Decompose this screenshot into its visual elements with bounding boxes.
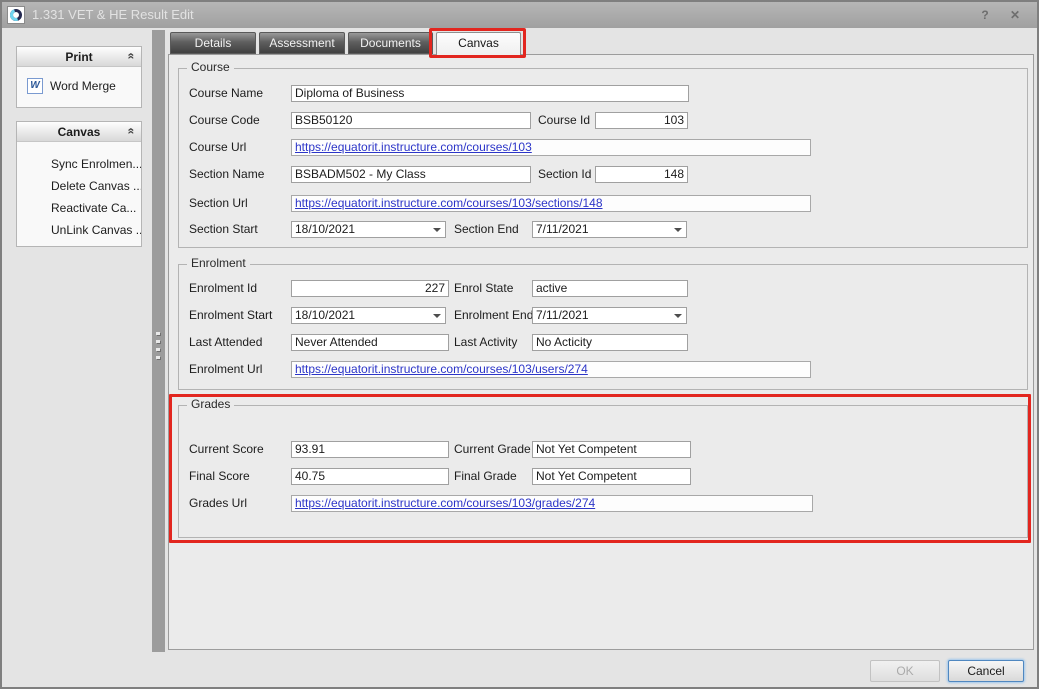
print-panel: Print « W Word Merge <box>16 46 142 108</box>
last-attended-label: Last Attended <box>189 334 262 351</box>
tab-details[interactable]: Details <box>170 32 256 54</box>
canvas-panel-header[interactable]: Canvas « <box>17 122 141 142</box>
sidebar-splitter[interactable] <box>152 30 165 652</box>
app-logo-icon <box>7 6 25 24</box>
section-start-label: Section Start <box>189 221 258 238</box>
section-end-datepicker[interactable]: 7/11/2021 <box>532 221 687 238</box>
splitter-grip-icon <box>156 332 160 359</box>
course-name-label: Course Name <box>189 85 263 102</box>
close-icon[interactable]: ✕ <box>1005 6 1025 24</box>
section-start-value: 18/10/2021 <box>295 222 355 237</box>
word-icon: W <box>27 78 43 94</box>
enrolment-start-label: Enrolment Start <box>189 307 272 324</box>
last-activity-label: Last Activity <box>454 334 517 351</box>
grades-group: Grades Current Score 93.91 Current Grade… <box>178 405 1028 538</box>
enrol-state-label: Enrol State <box>454 280 513 297</box>
grades-url-field: https://equatorit.instructure.com/course… <box>291 495 813 512</box>
cancel-button[interactable]: Cancel <box>948 660 1024 682</box>
canvas-panel-title: Canvas <box>58 125 101 139</box>
ok-button[interactable]: OK <box>870 660 940 682</box>
enrol-state-field[interactable]: active <box>532 280 688 297</box>
section-name-label: Section Name <box>189 166 264 183</box>
tab-canvas[interactable]: Canvas <box>436 32 521 56</box>
title-bar: 1.331 VET & HE Result Edit ? ✕ <box>2 2 1037 28</box>
sidebar-item-word-merge[interactable]: W Word Merge <box>17 67 141 105</box>
grades-url-link[interactable]: https://equatorit.instructure.com/course… <box>295 496 595 510</box>
course-code-label: Course Code <box>189 112 260 129</box>
section-url-link[interactable]: https://equatorit.instructure.com/course… <box>295 196 603 210</box>
last-activity-field[interactable]: No Acticity <box>532 334 688 351</box>
chevron-down-icon <box>674 314 682 318</box>
course-url-label: Course Url <box>189 139 246 156</box>
sidebar-item-delete-canvas[interactable]: Delete Canvas ... <box>17 175 141 197</box>
section-end-label: Section End <box>454 221 519 238</box>
tab-documents[interactable]: Documents <box>348 32 433 54</box>
chevron-down-icon <box>674 228 682 232</box>
current-score-label: Current Score <box>189 441 264 458</box>
course-url-field: https://equatorit.instructure.com/course… <box>291 139 811 156</box>
enrolment-end-datepicker[interactable]: 7/11/2021 <box>532 307 687 324</box>
tab-assessment[interactable]: Assessment <box>259 32 345 54</box>
course-id-field[interactable]: 103 <box>595 112 688 129</box>
section-end-value: 7/11/2021 <box>536 222 589 237</box>
current-grade-label: Current Grade <box>454 441 531 458</box>
sidebar-item-unlink-canvas[interactable]: UnLink Canvas ... <box>17 219 141 241</box>
last-attended-field[interactable]: Never Attended <box>291 334 449 351</box>
window-title: 1.331 VET & HE Result Edit <box>32 7 194 22</box>
word-merge-label: Word Merge <box>50 79 116 93</box>
section-id-label: Section Id <box>538 166 591 183</box>
sidebar-item-reactivate-canvas[interactable]: Reactivate Ca... <box>17 197 141 219</box>
sidebar-item-sync-enrolments[interactable]: Sync Enrolmen... <box>17 153 141 175</box>
course-group: Course Course Name Diploma of Business C… <box>178 68 1028 248</box>
final-grade-field[interactable]: Not Yet Competent <box>532 468 691 485</box>
enrolment-url-field: https://equatorit.instructure.com/course… <box>291 361 811 378</box>
dialog-window: 1.331 VET & HE Result Edit ? ✕ Print « W… <box>0 0 1039 689</box>
enrolment-end-label: Enrolment End <box>454 307 533 324</box>
course-code-field[interactable]: BSB50120 <box>291 112 531 129</box>
course-url-link[interactable]: https://equatorit.instructure.com/course… <box>295 140 532 154</box>
enrolment-end-value: 7/11/2021 <box>536 308 589 323</box>
print-panel-header[interactable]: Print « <box>17 47 141 67</box>
current-score-field[interactable]: 93.91 <box>291 441 449 458</box>
enrolment-group-title: Enrolment <box>187 256 250 270</box>
current-grade-field[interactable]: Not Yet Competent <box>532 441 691 458</box>
course-id-label: Course Id <box>538 112 590 129</box>
chevron-down-icon <box>433 314 441 318</box>
section-url-field: https://equatorit.instructure.com/course… <box>291 195 811 212</box>
collapse-chevron-icon[interactable]: « <box>126 128 138 135</box>
final-grade-label: Final Grade <box>454 468 517 485</box>
final-score-field[interactable]: 40.75 <box>291 468 449 485</box>
final-score-label: Final Score <box>189 468 250 485</box>
chevron-down-icon <box>433 228 441 232</box>
enrolment-start-datepicker[interactable]: 18/10/2021 <box>291 307 446 324</box>
collapse-chevron-icon[interactable]: « <box>126 53 138 60</box>
section-name-field[interactable]: BSBADM502 - My Class <box>291 166 531 183</box>
enrolment-start-value: 18/10/2021 <box>295 308 355 323</box>
print-panel-title: Print <box>65 50 92 64</box>
section-id-field[interactable]: 148 <box>595 166 688 183</box>
grades-group-title: Grades <box>187 397 234 411</box>
section-url-label: Section Url <box>189 195 248 212</box>
course-name-field[interactable]: Diploma of Business <box>291 85 689 102</box>
enrolment-id-label: Enrolment Id <box>189 280 257 297</box>
section-start-datepicker[interactable]: 18/10/2021 <box>291 221 446 238</box>
grades-url-label: Grades Url <box>189 495 247 512</box>
course-group-title: Course <box>187 60 234 74</box>
help-icon[interactable]: ? <box>975 6 995 24</box>
canvas-panel: Canvas « Sync Enrolmen... Delete Canvas … <box>16 121 142 247</box>
canvas-panel-items: Sync Enrolmen... Delete Canvas ... React… <box>17 142 141 241</box>
enrolment-id-field[interactable]: 227 <box>291 280 449 297</box>
enrolment-url-link[interactable]: https://equatorit.instructure.com/course… <box>295 362 588 376</box>
enrolment-url-label: Enrolment Url <box>189 361 262 378</box>
enrolment-group: Enrolment Enrolment Id 227 Enrol State a… <box>178 264 1028 390</box>
